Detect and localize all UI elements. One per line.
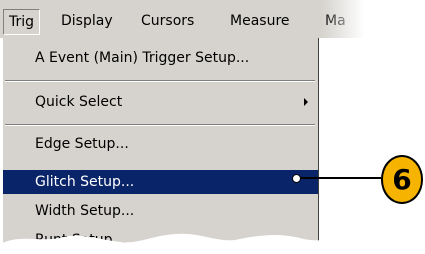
callout-leader-line [298,177,381,179]
menu-item-label: Quick Select [35,94,123,110]
trig-dropdown-menu: A Event (Main) Trigger Setup... Quick Se… [2,38,319,254]
menu-display[interactable]: Display [56,11,118,31]
callout-anchor-dot [292,174,301,183]
menu-measure[interactable]: Measure [225,11,295,31]
torn-edge [0,233,425,254]
menu-cursors[interactable]: Cursors [136,11,199,31]
menu-bar: Trig Display Cursors Measure Ma [0,0,372,38]
menu-item-width-setup[interactable]: Width Setup... [3,199,318,223]
menu-separator [5,80,315,82]
submenu-arrow-icon [304,98,308,106]
menubar-fade [322,0,372,38]
menu-item-quick-select[interactable]: Quick Select [3,90,318,114]
menu-item-a-event-trigger-setup[interactable]: A Event (Main) Trigger Setup... [3,46,318,70]
menu-item-edge-setup[interactable]: Edge Setup... [3,132,318,156]
menu-trig[interactable]: Trig [3,9,41,35]
menu-item-glitch-setup[interactable]: Glitch Setup... [3,170,318,194]
callout-number-badge: 6 [381,155,423,204]
menu-separator [5,124,315,126]
